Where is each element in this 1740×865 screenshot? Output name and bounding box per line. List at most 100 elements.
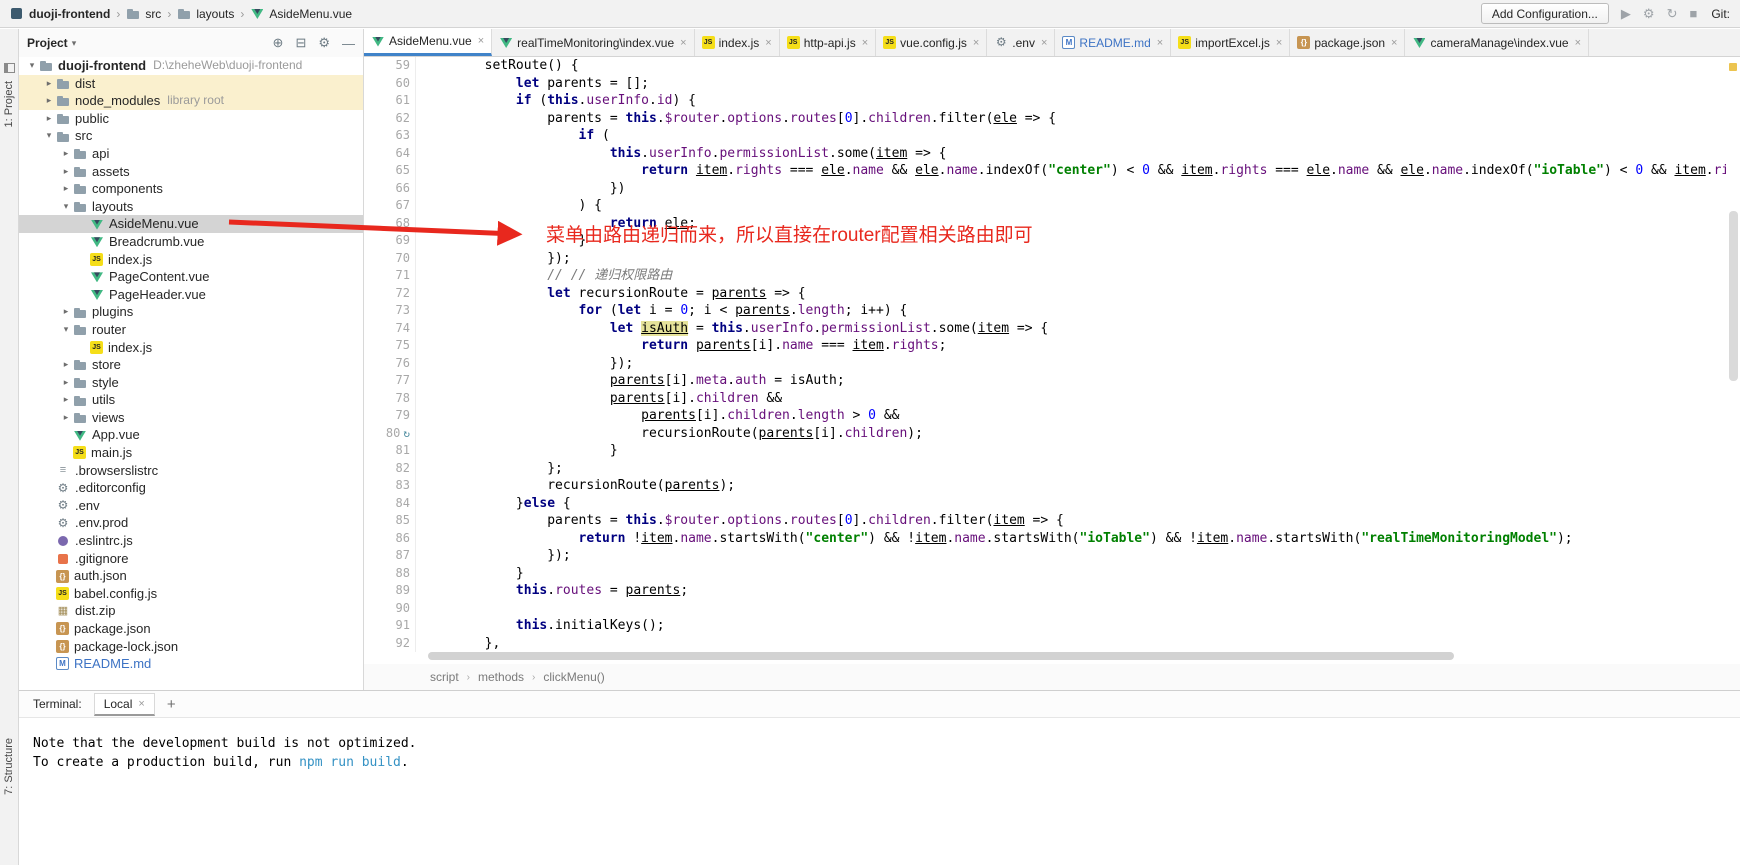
tree-item[interactable]: .eslintrc.js	[19, 532, 363, 550]
tree-item[interactable]: ▾router	[19, 321, 363, 339]
close-icon[interactable]: ×	[1276, 37, 1282, 49]
code-line[interactable]: 81 }	[364, 442, 1726, 460]
line-number[interactable]: 75	[364, 337, 416, 355]
code-line[interactable]: 70 });	[364, 250, 1726, 268]
tree-item[interactable]: Breadcrumb.vue	[19, 233, 363, 251]
line-number[interactable]: 90	[364, 600, 416, 618]
code-line[interactable]: 83 recursionRoute(parents);	[364, 477, 1726, 495]
close-icon[interactable]: ×	[1157, 37, 1163, 49]
chevron-down-icon[interactable]: ▾	[59, 198, 73, 216]
breadcrumb-item[interactable]: layouts	[177, 7, 234, 21]
editor-tab[interactable]: JSvue.config.js×	[876, 29, 987, 56]
locate-file-icon[interactable]: ⊕	[273, 35, 284, 51]
chevron-right-icon[interactable]: ▸	[59, 391, 73, 409]
code-line[interactable]: 67 ) {	[364, 197, 1726, 215]
breadcrumb-item[interactable]: duoji-frontend	[10, 7, 110, 21]
code-line[interactable]: 89 this.routes = parents;	[364, 582, 1726, 600]
chevron-down-icon[interactable]: ▾	[42, 127, 56, 145]
tree-item[interactable]: App.vue	[19, 426, 363, 444]
chevron-right-icon[interactable]: ▸	[59, 163, 73, 181]
code-line[interactable]: 72 let recursionRoute = parents => {	[364, 285, 1726, 303]
terminal-tab-local[interactable]: Local ×	[94, 693, 155, 716]
tree-item[interactable]: ▸style	[19, 374, 363, 392]
line-number[interactable]: 68	[364, 215, 416, 233]
code-line[interactable]: 59 setRoute() {	[364, 57, 1726, 75]
chevron-down-icon[interactable]: ▾	[72, 38, 77, 49]
line-number[interactable]: 72	[364, 285, 416, 303]
line-number[interactable]: 77	[364, 372, 416, 390]
code-line[interactable]: 87 });	[364, 547, 1726, 565]
line-number[interactable]: 80↻	[364, 425, 416, 443]
code-line[interactable]: 78 parents[i].children &&	[364, 390, 1726, 408]
code-line[interactable]: 91 this.initialKeys();	[364, 617, 1726, 635]
chevron-down-icon[interactable]: ▾	[59, 321, 73, 339]
line-number[interactable]: 61	[364, 92, 416, 110]
code-line[interactable]: 82 };	[364, 460, 1726, 478]
close-icon[interactable]: ×	[1575, 37, 1581, 49]
tree-item[interactable]: ▸dist	[19, 75, 363, 93]
code-line[interactable]: 71 // // 递归权限路由	[364, 267, 1726, 285]
code-line[interactable]: 92 },	[364, 635, 1726, 653]
chevron-right-icon[interactable]: ▸	[59, 374, 73, 392]
line-number[interactable]: 59	[364, 57, 416, 75]
chevron-right-icon[interactable]: ▸	[42, 75, 56, 93]
tool-window-icon[interactable]	[4, 63, 15, 73]
tree-item[interactable]: ▸views	[19, 409, 363, 427]
close-icon[interactable]: ×	[973, 37, 979, 49]
run-icon[interactable]: ▶	[1621, 7, 1631, 20]
line-number[interactable]: 81	[364, 442, 416, 460]
hide-panel-icon[interactable]: —	[342, 36, 355, 51]
tree-item[interactable]: .gitignore	[19, 550, 363, 568]
tree-item[interactable]: ▸public	[19, 110, 363, 128]
line-number[interactable]: 82	[364, 460, 416, 478]
editor-breadcrumb-item[interactable]: methods	[478, 670, 524, 684]
tree-item[interactable]: JSbabel.config.js	[19, 585, 363, 603]
tree-item[interactable]: ▸assets	[19, 163, 363, 181]
panel-splitter[interactable]	[363, 29, 365, 690]
close-icon[interactable]: ×	[138, 698, 144, 710]
chevron-right-icon[interactable]: ▸	[42, 110, 56, 128]
line-number[interactable]: 78	[364, 390, 416, 408]
close-icon[interactable]: ×	[765, 37, 771, 49]
code-line[interactable]: 65 return item.rights === ele.name && el…	[364, 162, 1726, 180]
line-number[interactable]: 71	[364, 267, 416, 285]
code-line[interactable]: 77 parents[i].meta.auth = isAuth;	[364, 372, 1726, 390]
line-number[interactable]: 88	[364, 565, 416, 583]
code-line[interactable]: 80↻ recursionRoute(parents[i].children);	[364, 425, 1726, 443]
chevron-right-icon[interactable]: ▸	[59, 303, 73, 321]
panel-settings-gear-icon[interactable]: ⚙	[318, 35, 330, 51]
recursive-call-icon[interactable]: ↻	[403, 425, 410, 443]
tree-item[interactable]: ▸node_moduleslibrary root	[19, 92, 363, 110]
tree-item[interactable]: {}package.json	[19, 620, 363, 638]
code-line[interactable]: 62 parents = this.$router.options.routes…	[364, 110, 1726, 128]
line-number[interactable]: 79	[364, 407, 416, 425]
stop-icon[interactable]: ■	[1689, 7, 1697, 20]
tree-item[interactable]: AsideMenu.vue	[19, 215, 363, 233]
editor-tab[interactable]: JSimportExcel.js×	[1171, 29, 1290, 56]
inspection-status-icon[interactable]	[1729, 63, 1737, 71]
tree-item[interactable]: ▦dist.zip	[19, 602, 363, 620]
chevron-right-icon[interactable]: ▸	[59, 180, 73, 198]
add-configuration-button[interactable]: Add Configuration...	[1481, 3, 1609, 24]
line-number[interactable]: 62	[364, 110, 416, 128]
close-icon[interactable]: ×	[478, 35, 484, 47]
line-number[interactable]: 84	[364, 495, 416, 513]
line-number[interactable]: 69	[364, 232, 416, 250]
tree-item[interactable]: ▾src	[19, 127, 363, 145]
tree-item[interactable]: ⚙.env	[19, 497, 363, 515]
tree-item[interactable]: ≡.browserslistrc	[19, 462, 363, 480]
line-number[interactable]: 74	[364, 320, 416, 338]
tree-item[interactable]: ▸utils	[19, 391, 363, 409]
tool-window-structure-button[interactable]: 7: Structure	[3, 738, 15, 795]
editor-tab[interactable]: JShttp-api.js×	[780, 29, 876, 56]
vertical-scrollbar[interactable]	[1729, 61, 1738, 658]
project-panel-title[interactable]: Project	[27, 36, 68, 50]
code-line[interactable]: 86 return !item.name.startsWith("center"…	[364, 530, 1726, 548]
tree-item[interactable]: {}auth.json	[19, 567, 363, 585]
tree-item[interactable]: MREADME.md	[19, 655, 363, 673]
tree-item[interactable]: JSindex.js	[19, 251, 363, 269]
tree-item[interactable]: ⚙.env.prod	[19, 514, 363, 532]
tree-item[interactable]: ▸components	[19, 180, 363, 198]
chevron-right-icon[interactable]: ▸	[59, 145, 73, 163]
tree-item[interactable]: {}package-lock.json	[19, 638, 363, 656]
